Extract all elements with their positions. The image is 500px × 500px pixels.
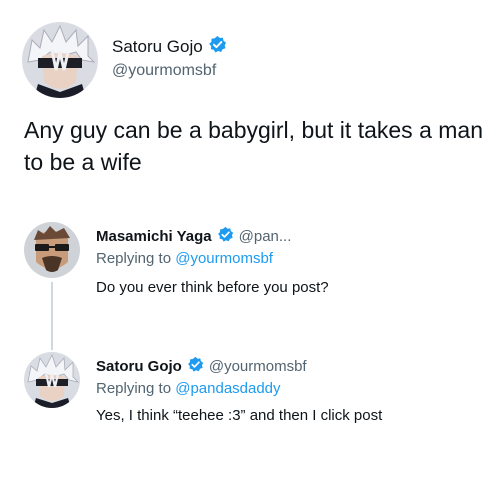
reply-2-avatar[interactable]	[24, 352, 80, 408]
reply-2-replying-to: Replying to @pandasdaddy	[96, 380, 281, 397]
reply-1-author-name[interactable]: Masamichi Yaga	[96, 228, 212, 245]
reply-2-author-row: Satoru Gojo @yourmomsbf	[96, 356, 307, 376]
reply-2-author-handle[interactable]: @yourmomsbf	[209, 358, 307, 375]
thread-line	[51, 282, 53, 350]
main-tweet-text: Any guy can be a babygirl, but it takes …	[24, 117, 483, 175]
reply-1-text: Do you ever think before you post?	[96, 279, 329, 296]
main-tweet-avatar[interactable]	[22, 22, 98, 98]
reply-1-author-handle[interactable]: @pan...	[239, 228, 292, 245]
replying-to-mention[interactable]: @pandasdaddy	[175, 380, 280, 397]
reply-1-avatar[interactable]	[24, 222, 80, 278]
verified-badge-icon	[187, 356, 204, 377]
replying-to-mention[interactable]: @yourmomsbf	[175, 250, 273, 267]
main-tweet-author-handle[interactable]: @yourmomsbf	[112, 62, 216, 80]
reply-2-text: Yes, I think “teehee :3” and then I clic…	[96, 407, 383, 424]
main-tweet-author-row: Satoru Gojo	[112, 35, 227, 59]
verified-badge-icon	[208, 35, 227, 59]
reply-2-author-name[interactable]: Satoru Gojo	[96, 358, 182, 375]
replying-to-label: Replying to	[96, 250, 172, 267]
verified-badge-icon	[217, 226, 234, 247]
replying-to-label: Replying to	[96, 380, 172, 397]
main-tweet-author-name[interactable]: Satoru Gojo	[112, 37, 203, 57]
reply-1-author-row: Masamichi Yaga @pan...	[96, 226, 291, 246]
reply-1-replying-to: Replying to @yourmomsbf	[96, 250, 273, 267]
